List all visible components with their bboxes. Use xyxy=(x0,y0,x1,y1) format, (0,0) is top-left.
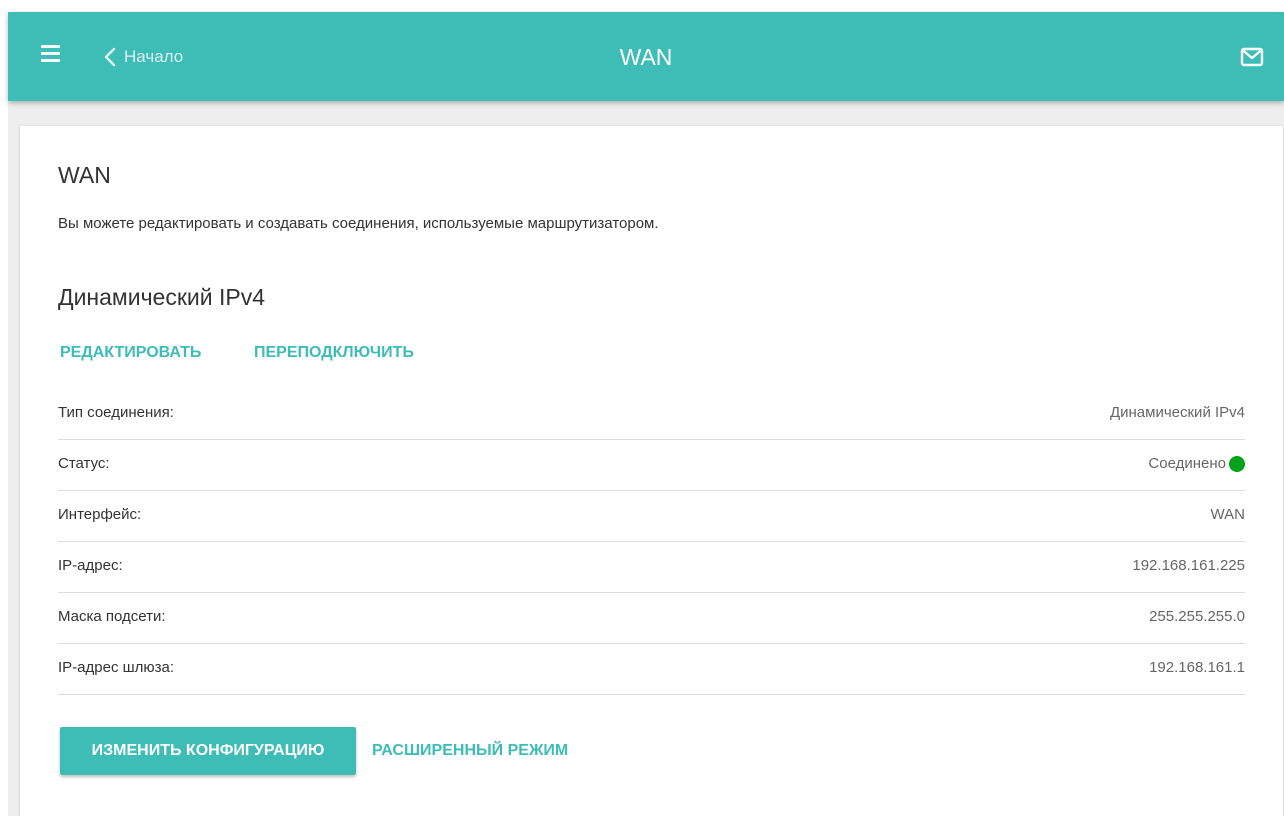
wan-card: WAN Вы можете редактировать и создавать … xyxy=(20,126,1283,816)
page: Начало WAN WAN Вы можете редактировать и… xyxy=(0,0,1284,816)
info-row-gateway: IP-адрес шлюза: 192.168.161.1 xyxy=(58,644,1245,695)
connection-info-table: Тип соединения: Динамический IPv4 Статус… xyxy=(58,389,1245,695)
info-value: 255.255.255.0 xyxy=(1149,608,1245,625)
connection-name: Динамический IPv4 xyxy=(58,284,266,310)
info-row-interface: Интерфейс: WAN xyxy=(58,491,1245,542)
info-value: 192.168.161.1 xyxy=(1149,659,1245,676)
status-text: Соединено xyxy=(1148,455,1226,472)
card-title: WAN xyxy=(58,162,111,188)
card-description: Вы можете редактировать и создавать соед… xyxy=(58,215,659,232)
info-label: Маска подсети: xyxy=(58,608,166,625)
envelope-icon[interactable] xyxy=(1240,47,1264,67)
top-bar: Начало WAN xyxy=(8,12,1284,101)
change-config-button[interactable]: ИЗМЕНИТЬ КОНФИГУРАЦИЮ xyxy=(60,727,356,775)
edit-button[interactable]: РЕДАКТИРОВАТЬ xyxy=(60,344,201,362)
status-indicator-icon xyxy=(1229,455,1245,472)
info-value-text: 255.255.255.0 xyxy=(1149,608,1245,625)
info-label: Статус: xyxy=(58,455,110,472)
info-value: Динамический IPv4 xyxy=(1110,404,1245,421)
info-value-text: 192.168.161.225 xyxy=(1132,557,1245,574)
advanced-mode-button[interactable]: РАСШИРЕННЫЙ РЕЖИМ xyxy=(372,742,568,760)
info-label: IP-адрес шлюза: xyxy=(58,659,175,676)
reconnect-button[interactable]: ПЕРЕПОДКЛЮЧИТЬ xyxy=(254,344,414,362)
info-row-connection-type: Тип соединения: Динамический IPv4 xyxy=(58,389,1245,440)
info-value: Соединено xyxy=(1148,455,1245,472)
info-label: IP-адрес: xyxy=(58,557,123,574)
info-row-subnet-mask: Маска подсети: 255.255.255.0 xyxy=(58,593,1245,644)
info-value-text: Динамический IPv4 xyxy=(1109,404,1245,421)
info-label: Интерфейс: xyxy=(58,506,142,523)
info-row-ip-address: IP-адрес: 192.168.161.225 xyxy=(58,542,1245,593)
info-label: Тип соединения: xyxy=(58,404,174,421)
info-value-text: WAN xyxy=(1210,506,1245,523)
info-value: 192.168.161.225 xyxy=(1132,557,1245,574)
info-row-status: Статус: Соединено xyxy=(58,440,1245,491)
info-value: WAN xyxy=(1211,506,1245,523)
info-value-text: 192.168.161.1 xyxy=(1149,659,1245,676)
page-title: WAN xyxy=(619,44,673,70)
